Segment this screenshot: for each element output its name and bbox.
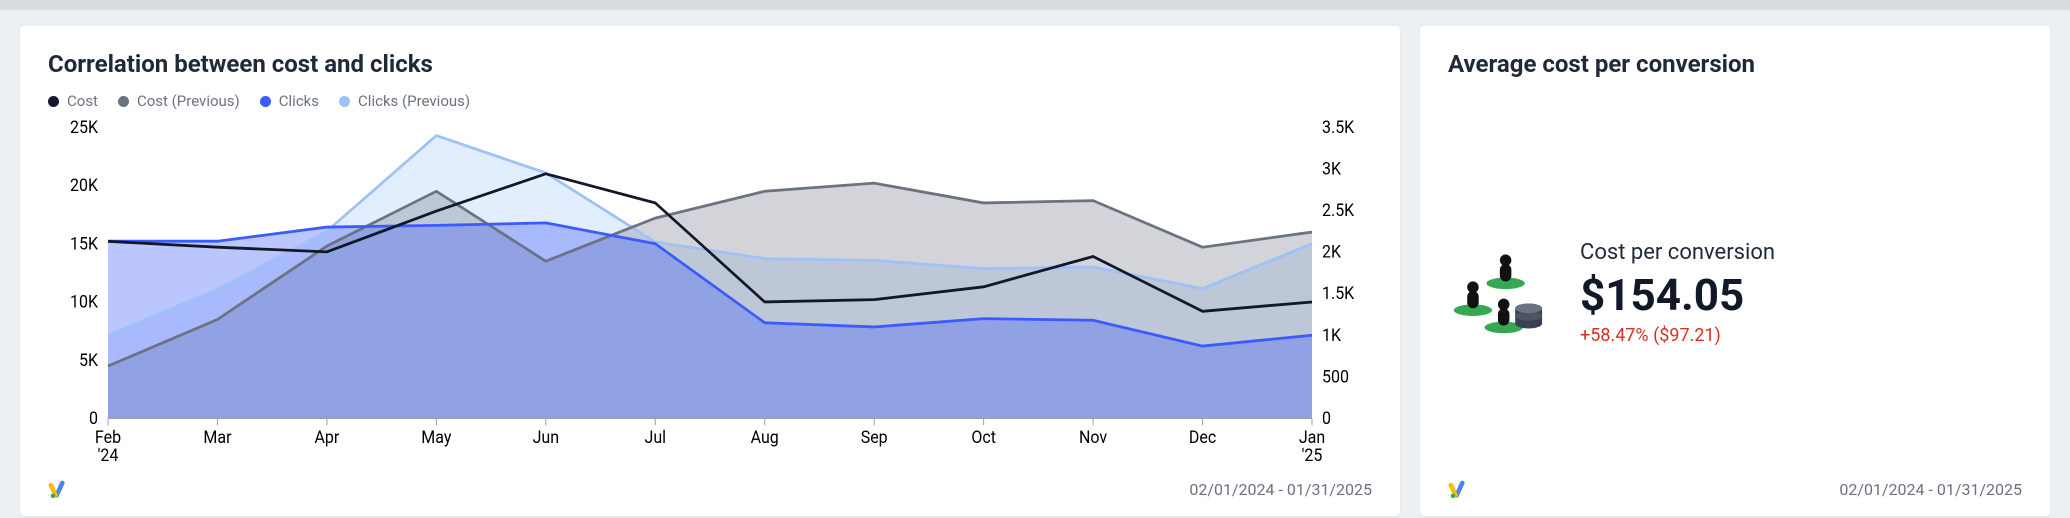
- x-tick-label: May: [421, 427, 451, 448]
- x-tick-label: Jun: [533, 427, 559, 448]
- x-tick-label: Apr: [314, 427, 339, 448]
- kpi-body: Cost per conversion $154.05 +58.47% ($97…: [1448, 92, 2022, 470]
- google-ads-icon: [1448, 478, 1470, 500]
- google-ads-icon: [48, 478, 70, 500]
- x-tick-label: Aug: [751, 427, 779, 448]
- legend-label: Cost (Previous): [137, 92, 240, 110]
- y-right-tick-label: 1.5K: [1322, 283, 1355, 304]
- legend-item-clicks[interactable]: Clicks: [260, 92, 319, 110]
- chart-date-range: 02/01/2024 - 01/31/2025: [1189, 480, 1372, 499]
- kpi-label: Cost per conversion: [1580, 240, 1775, 265]
- window-top-bar: [0, 0, 2070, 10]
- legend-item-clicks-previous[interactable]: Clicks (Previous): [339, 92, 470, 110]
- x-tick-label: Dec: [1189, 427, 1216, 448]
- kpi-card-footer: 02/01/2024 - 01/31/2025: [1448, 478, 2022, 500]
- x-tick-label: Sep: [861, 427, 888, 448]
- chart-title: Correlation between cost and clicks: [48, 50, 1372, 78]
- x-tick-label: Nov: [1079, 427, 1107, 448]
- people-database-icon: [1448, 243, 1544, 343]
- legend-label: Clicks (Previous): [358, 92, 470, 110]
- y-left-tick-label: 20K: [70, 175, 98, 196]
- dot-icon: [339, 96, 350, 107]
- kpi-value: $154.05: [1580, 271, 1775, 319]
- y-left-tick-label: 10K: [70, 292, 98, 313]
- kpi-text: Cost per conversion $154.05 +58.47% ($97…: [1580, 240, 1775, 346]
- legend-item-cost[interactable]: Cost: [48, 92, 98, 110]
- chart-card-footer: 02/01/2024 - 01/31/2025: [48, 478, 1372, 500]
- y-left-tick-label: 25K: [70, 117, 98, 138]
- kpi-date-range: 02/01/2024 - 01/31/2025: [1839, 480, 2022, 499]
- legend-label: Clicks: [279, 92, 319, 110]
- legend-item-cost-previous[interactable]: Cost (Previous): [118, 92, 240, 110]
- chart-legend: Cost Cost (Previous) Clicks Clicks (Prev…: [48, 92, 1372, 110]
- y-right-tick-label: 2K: [1322, 242, 1341, 263]
- y-right-tick-label: 2.5K: [1322, 200, 1355, 221]
- dot-icon: [48, 96, 59, 107]
- kpi-card-title: Average cost per conversion: [1448, 50, 2022, 78]
- x-tick-sublabel: '24: [98, 445, 119, 466]
- y-left-tick-label: 0: [89, 408, 98, 429]
- y-left-tick-label: 5K: [79, 350, 98, 371]
- x-tick-label: Jul: [645, 427, 667, 448]
- x-tick-label: Mar: [203, 427, 231, 448]
- dot-icon: [260, 96, 271, 107]
- x-tick-label: Oct: [971, 427, 996, 448]
- y-left-tick-label: 15K: [70, 233, 98, 254]
- y-right-tick-label: 0: [1322, 408, 1331, 429]
- chart-plot-area[interactable]: 05K10K15K20K25K05001K1.5K2K2.5K3K3.5KFeb…: [48, 116, 1372, 470]
- y-right-tick-label: 3.5K: [1322, 117, 1355, 138]
- y-right-tick-label: 500: [1322, 367, 1349, 388]
- line-chart[interactable]: 05K10K15K20K25K05001K1.5K2K2.5K3K3.5KFeb…: [48, 116, 1372, 470]
- y-right-tick-label: 3K: [1322, 159, 1341, 180]
- legend-label: Cost: [67, 92, 98, 110]
- kpi-delta: +58.47% ($97.21): [1580, 325, 1775, 346]
- correlation-chart-card: Correlation between cost and clicks Cost…: [20, 26, 1400, 516]
- cost-per-conversion-card: Average cost per conversion: [1420, 26, 2050, 516]
- dot-icon: [118, 96, 129, 107]
- x-tick-sublabel: '25: [1302, 445, 1323, 466]
- dashboard-cards: Correlation between cost and clicks Cost…: [0, 10, 2070, 516]
- y-right-tick-label: 1K: [1322, 325, 1341, 346]
